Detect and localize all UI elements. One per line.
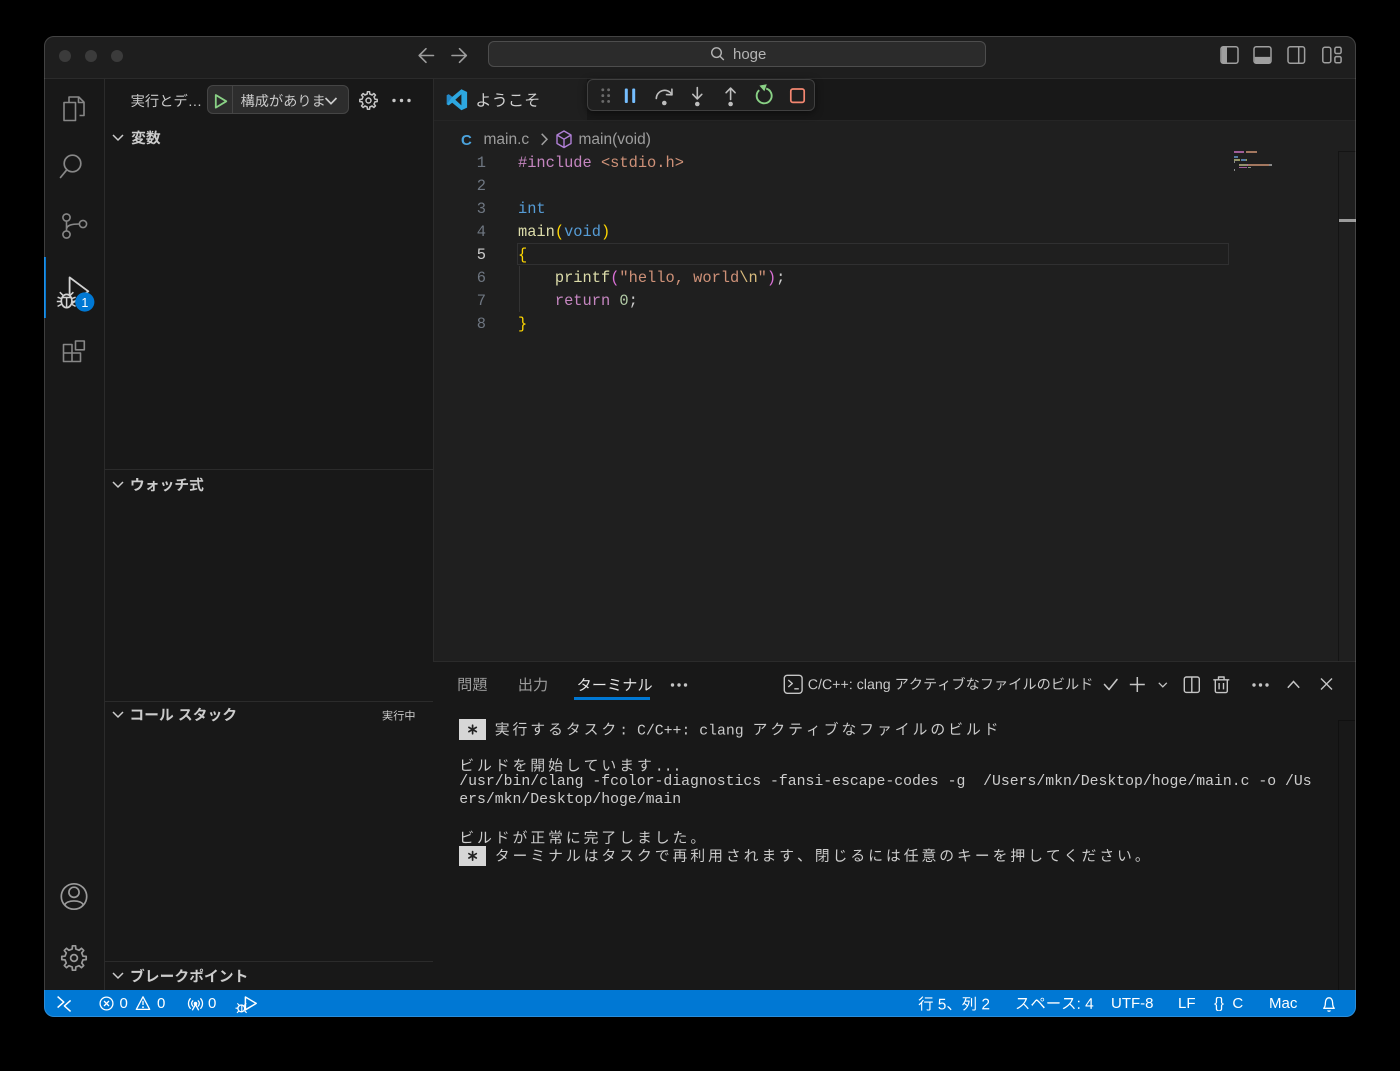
svg-text:1: 1 (81, 296, 88, 310)
